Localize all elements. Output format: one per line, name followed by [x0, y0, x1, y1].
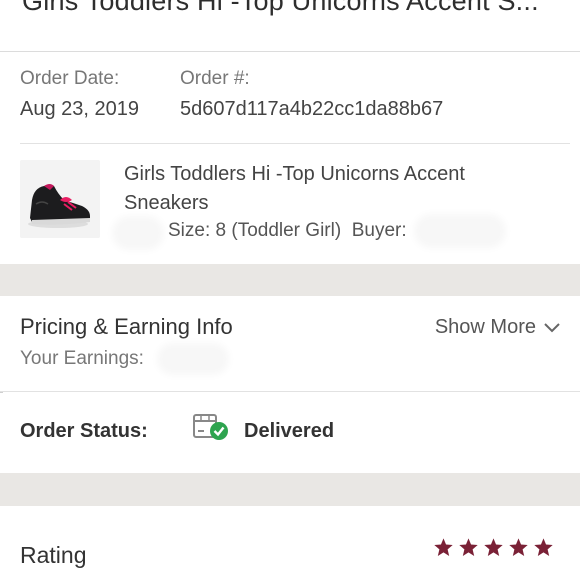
- star-icon: [534, 538, 553, 556]
- order-number-label: Order #:: [180, 68, 250, 89]
- pricing-section: Pricing & Earning Info Show More Your Ea…: [0, 296, 580, 392]
- star-icon: [459, 538, 478, 556]
- item-size: Size: 8 (Toddler Girl): [168, 220, 342, 242]
- buyer-label: Buyer:: [351, 220, 407, 242]
- order-status-value: Delivered: [244, 420, 335, 442]
- app-header: Girls Toddlers Hi -Top Unicorns Accent S…: [0, 0, 580, 52]
- rating-stars: [433, 537, 554, 558]
- section-separator: [0, 473, 580, 506]
- item-details: Size: 8 (Toddler Girl) Buyer:: [168, 220, 500, 242]
- chevron-down-icon: [544, 322, 560, 332]
- section-separator: [0, 264, 580, 296]
- page-title: Girls Toddlers Hi -Top Unicorns Accent S…: [22, 0, 539, 16]
- rating-label: Rating: [20, 542, 87, 568]
- order-date-block: Order Date: Aug 23, 2019: [20, 68, 139, 121]
- order-meta: Order Date: Aug 23, 2019 Order #: 5d607d…: [0, 52, 580, 144]
- star-icon: [484, 538, 503, 556]
- package-delivered-icon: [193, 414, 228, 440]
- show-more-button[interactable]: Show More: [435, 316, 560, 339]
- item-title[interactable]: Girls Toddlers Hi -Top Unicorns Accent S…: [124, 160, 544, 218]
- earnings-row: Your Earnings:: [20, 348, 224, 370]
- buyer-name-redacted: [419, 220, 500, 242]
- order-status-section: Order Status: Delivered: [0, 393, 580, 473]
- pricing-title: Pricing & Earning Info: [20, 314, 233, 339]
- star-icon: [434, 538, 453, 556]
- rating-section: Rating: [0, 506, 580, 579]
- order-item[interactable]: Girls Toddlers Hi -Top Unicorns Accent S…: [0, 144, 580, 264]
- star-icon: [509, 538, 528, 556]
- earnings-label: Your Earnings:: [20, 348, 144, 369]
- order-number-block: Order #: 5d607d117a4b22cc1da88b67: [180, 68, 443, 121]
- order-date-label: Order Date:: [20, 68, 120, 89]
- show-more-label: Show More: [434, 316, 536, 338]
- redacted-blur: [118, 222, 158, 244]
- order-status-label: Order Status:: [20, 420, 148, 442]
- order-date-value: Aug 23, 2019: [20, 98, 139, 120]
- order-number-value: 5d607d117a4b22cc1da88b67: [180, 98, 444, 120]
- sneaker-image[interactable]: [20, 160, 100, 238]
- earnings-redacted: [163, 348, 224, 369]
